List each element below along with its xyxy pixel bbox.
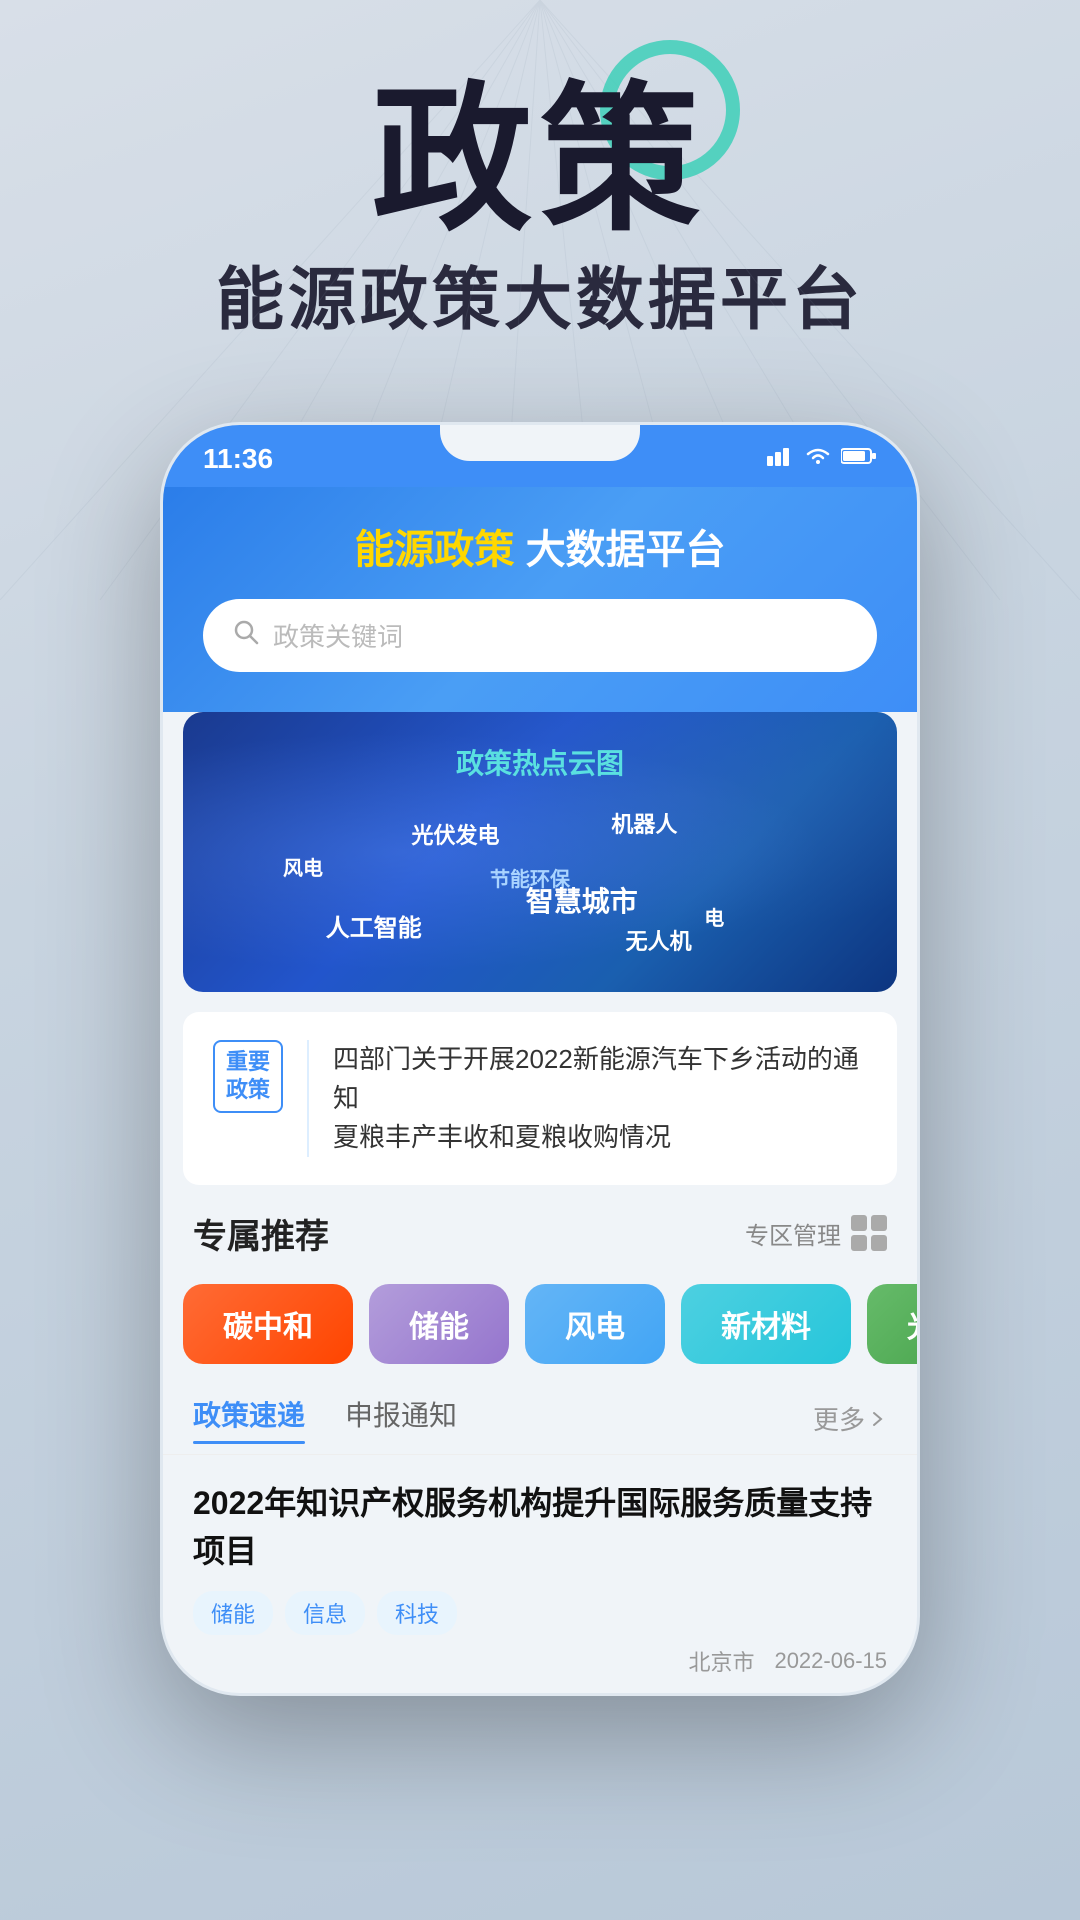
article-meta: 北京市 2022-06-15 [193,1645,887,1677]
news-item[interactable]: 重要 政策 四部门关于开展2022新能源汽车下乡活动的通知夏粮丰产丰收和夏粮收购… [183,1012,897,1185]
article-title: 2022年知识产权服务机构提升国际服务质量支持项目 [193,1479,887,1575]
app-header: 能源政策 大数据平台 政策关键词 [163,487,917,712]
section-more[interactable]: 专区管理 [745,1215,887,1251]
article-date: 2022-06-15 [774,1648,887,1674]
tab-more-label: 更多 [813,1400,865,1437]
exclusive-title: 专属推荐 [193,1209,329,1258]
category-pills: 碳中和 储能 风电 新材料 光伏 [163,1274,917,1384]
exclusive-more-label: 专区管理 [745,1216,841,1251]
article-tag-tech: 科技 [377,1591,457,1635]
hot-topics-title: 政策热点云图 [213,742,867,782]
news-tag: 重要 政策 [213,1040,283,1113]
search-bar[interactable]: 政策关键词 [203,599,877,672]
app-logo: 能源政策 大数据平台 [203,517,877,575]
article-tag-storage: 储能 [193,1591,273,1635]
article-location: 北京市 [688,1645,754,1677]
news-text: 四部门关于开展2022新能源汽车下乡活动的通知夏粮丰产丰收和夏粮收购情况 [333,1040,867,1157]
grid-dot-3 [851,1235,867,1251]
article-tag-info: 信息 [285,1591,365,1635]
pill-wind[interactable]: 风电 [525,1284,665,1364]
hot-topics-section[interactable]: 政策热点云图 光伏发电 机器人 节能环保 智慧城市 风电 人工智能 电 无人机 [183,712,897,992]
grid-dot-2 [871,1215,887,1231]
status-time: 11:36 [203,443,273,475]
tabs-bar: 政策速递 申报通知 更多 [163,1384,917,1455]
article-section[interactable]: 2022年知识产权服务机构提升国际服务质量支持项目 储能 信息 科技 北京市 2… [163,1455,917,1693]
phone-notch [440,425,640,461]
cloud-word-rengong: 人工智能 [326,908,422,943]
grid-dot-4 [871,1235,887,1251]
cloud-word-fengdian: 风电 [283,852,323,881]
cloud-word-guangfu: 光伏发电 [411,818,499,850]
news-content: 四部门关于开展2022新能源汽车下乡活动的通知夏粮丰产丰收和夏粮收购情况 [333,1040,867,1157]
tab-notification[interactable]: 申报通知 [345,1394,457,1444]
cloud-word-dian: 电 [704,902,724,931]
cloud-word-jiqiren: 机器人 [611,807,677,839]
pill-solar[interactable]: 光伏 [867,1284,917,1364]
search-placeholder: 政策关键词 [273,617,403,654]
logo-highlight: 能源政策 [354,528,514,572]
exclusive-section: 专属推荐 专区管理 碳中和 储能 风电 新材料 光伏 [163,1185,917,1384]
status-icons [767,446,877,472]
phone-mockup: 11:36 [160,422,920,1696]
grid-icon [851,1215,887,1251]
pill-carbon[interactable]: 碳中和 [183,1284,353,1364]
wifi-icon [805,446,831,472]
battery-icon [841,446,877,471]
news-divider [307,1040,309,1157]
phone-mockup-container: 11:36 [160,422,920,1696]
article-tags: 储能 信息 科技 [193,1591,887,1635]
cloud-word-wurenj: 无人机 [626,924,692,956]
tab-policy-express[interactable]: 政策速递 [193,1394,305,1444]
hero-main-title: 政策 [0,80,1080,240]
cloud-word-zhihui: 智慧城市 [526,880,638,920]
grid-dot-1 [851,1215,867,1231]
section-header: 专属推荐 专区管理 [163,1185,917,1274]
pill-materials[interactable]: 新材料 [681,1284,851,1364]
signal-icon [767,446,795,472]
hero-section: 政策 能源政策大数据平台 [0,0,1080,402]
search-icon [233,619,259,652]
hero-subtitle: 能源政策大数据平台 [0,260,1080,342]
pill-storage[interactable]: 储能 [369,1284,509,1364]
logo-normal: 大数据平台 [526,528,726,572]
tab-more[interactable]: 更多 [813,1400,887,1437]
